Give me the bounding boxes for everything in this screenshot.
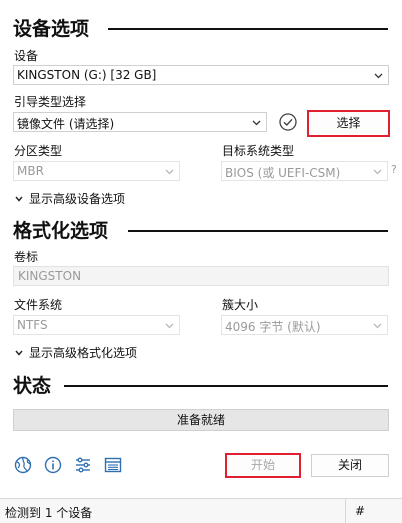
settings-sliders-icon[interactable] bbox=[74, 456, 92, 474]
target-system-value: BIOS (或 UEFI-CSM) bbox=[225, 166, 341, 180]
chevron-down-icon bbox=[373, 323, 382, 329]
chevron-down-icon bbox=[165, 323, 174, 329]
chevron-down-icon bbox=[373, 169, 382, 175]
partition-scheme-value: MBR bbox=[17, 164, 44, 178]
status-bar-text: 检测到 1 个设备 bbox=[5, 506, 93, 520]
boot-selection-value: 镜像文件 (请选择) bbox=[17, 117, 115, 131]
file-system-value: NTFS bbox=[17, 318, 48, 332]
verify-checkmark-icon[interactable] bbox=[278, 112, 298, 132]
progress-bar: 准备就绪 bbox=[13, 409, 389, 431]
target-system-select[interactable]: BIOS (或 UEFI-CSM) bbox=[221, 161, 388, 181]
hash-icon[interactable]: # bbox=[355, 504, 365, 518]
cluster-size-value: 4096 字节 (默认) bbox=[225, 320, 321, 334]
device-select-value: KINGSTON (G:) [32 GB] bbox=[17, 68, 157, 82]
device-options-title: 设备选项 bbox=[13, 18, 90, 40]
device-select[interactable]: KINGSTON (G:) [32 GB] bbox=[13, 65, 389, 85]
select-image-button[interactable]: 选择 bbox=[307, 110, 390, 137]
status-bar: 检测到 1 个设备 # bbox=[0, 498, 402, 523]
chevron-down-icon bbox=[374, 73, 383, 79]
section-divider bbox=[128, 230, 388, 232]
show-advanced-format-label: 显示高级格式化选项 bbox=[29, 346, 138, 360]
start-button[interactable]: 开始 bbox=[225, 453, 301, 478]
chevron-down-icon bbox=[15, 350, 23, 356]
show-advanced-format-toggle[interactable]: 显示高级格式化选项 bbox=[15, 344, 137, 361]
progress-text: 准备就绪 bbox=[176, 413, 225, 427]
file-system-label: 文件系统 bbox=[14, 298, 63, 312]
chevron-down-icon bbox=[165, 169, 174, 175]
boot-selection-label: 引导类型选择 bbox=[14, 95, 87, 109]
format-options-title: 格式化选项 bbox=[13, 220, 109, 242]
status-bar-divider bbox=[345, 499, 346, 523]
cluster-size-select[interactable]: 4096 字节 (默认) bbox=[221, 315, 388, 335]
chevron-down-icon bbox=[15, 196, 23, 202]
target-help-icon[interactable]: ? bbox=[391, 163, 397, 176]
globe-icon[interactable] bbox=[14, 456, 32, 474]
show-advanced-drive-toggle[interactable]: 显示高级设备选项 bbox=[15, 190, 125, 207]
volume-label-input[interactable]: KINGSTON bbox=[13, 266, 389, 286]
status-title: 状态 bbox=[13, 375, 52, 397]
device-label: 设备 bbox=[14, 49, 39, 63]
chevron-down-icon bbox=[252, 120, 261, 126]
volume-label-label: 卷标 bbox=[14, 250, 39, 264]
boot-selection-select[interactable]: 镜像文件 (请选择) bbox=[13, 112, 267, 132]
target-system-label: 目标系统类型 bbox=[222, 144, 295, 158]
cluster-size-label: 簇大小 bbox=[222, 298, 259, 312]
partition-scheme-label: 分区类型 bbox=[14, 144, 63, 158]
file-system-select[interactable]: NTFS bbox=[13, 315, 180, 335]
partition-scheme-select[interactable]: MBR bbox=[13, 161, 180, 181]
show-advanced-drive-label: 显示高级设备选项 bbox=[29, 192, 126, 206]
close-button[interactable]: 关闭 bbox=[311, 454, 389, 477]
section-divider bbox=[108, 28, 388, 30]
section-divider bbox=[64, 385, 388, 387]
log-icon[interactable] bbox=[104, 456, 122, 474]
info-icon[interactable] bbox=[44, 456, 62, 474]
